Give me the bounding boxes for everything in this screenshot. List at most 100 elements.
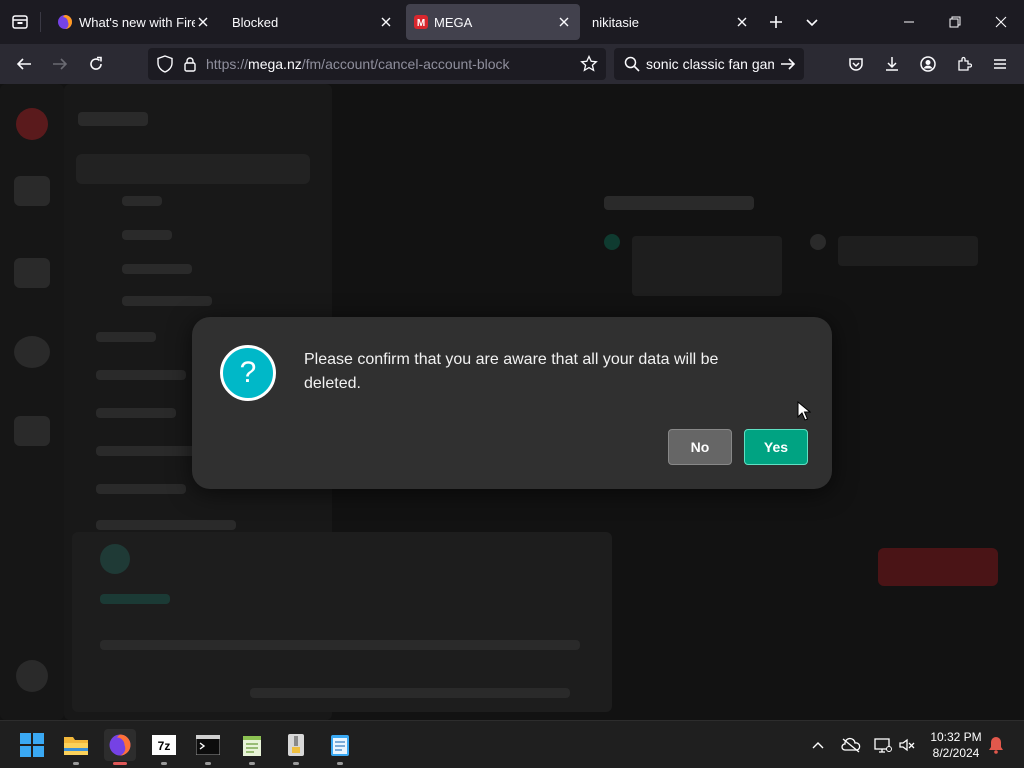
notifications-button[interactable] (986, 733, 1006, 757)
start-icon (20, 733, 44, 757)
close-tab-icon[interactable] (195, 14, 211, 30)
avatar (16, 660, 48, 692)
list-all-tabs-button[interactable] (794, 4, 830, 40)
show-hidden-icons-button[interactable] (808, 733, 828, 757)
running-indicator (161, 762, 167, 765)
go-arrow-icon[interactable] (780, 56, 796, 72)
taskbar-terminal[interactable] (192, 729, 224, 765)
bell-icon (989, 737, 1003, 754)
clock[interactable]: 10:32 PM 8/2/2024 (925, 729, 987, 761)
extensions-button[interactable] (946, 46, 982, 82)
tab-title: Blocked (232, 14, 279, 30)
network-tray[interactable] (872, 733, 894, 757)
plus-icon (770, 16, 782, 28)
radio-option (810, 234, 826, 250)
archive-icon (288, 734, 304, 756)
settings-nav-item (96, 370, 186, 380)
yes-button[interactable]: Yes (744, 429, 808, 465)
restore-icon (949, 16, 961, 28)
cloud-offline-icon (841, 737, 861, 753)
settings-nav-item (122, 296, 212, 306)
account-button[interactable] (910, 46, 946, 82)
onedrive-tray[interactable] (840, 733, 862, 757)
close-tab-icon[interactable] (734, 14, 750, 30)
option-text (632, 236, 782, 296)
close-tab-icon[interactable] (378, 14, 394, 30)
puzzle-icon (958, 56, 972, 71)
settings-nav-item (96, 408, 176, 418)
new-tab-button[interactable] (758, 4, 794, 40)
tracking-protection-icon[interactable] (156, 55, 174, 73)
photos-icon (14, 258, 50, 288)
7zip-icon: 7z (152, 735, 176, 755)
search-icon (624, 56, 640, 72)
url-bar[interactable]: https://mega.nz/fm/account/cancel-accoun… (148, 48, 606, 80)
tab-title: MEGA (434, 14, 473, 30)
firefox-icon (58, 15, 72, 29)
close-window-button[interactable] (978, 0, 1024, 44)
search-bar[interactable]: sonic classic fan game (614, 48, 804, 80)
running-indicator (73, 762, 79, 765)
firefox-view-button[interactable] (0, 0, 40, 44)
settings-nav-item (96, 484, 186, 494)
url-text[interactable]: https://mega.nz/fm/account/cancel-accoun… (206, 56, 510, 72)
terminal-icon (196, 735, 220, 755)
running-indicator (113, 762, 127, 765)
start-button[interactable] (16, 729, 48, 761)
taskbar-file-explorer[interactable] (60, 729, 92, 765)
tab-blocked[interactable]: Blocked (224, 4, 402, 40)
confirm-dialog: ? Please confirm that you are aware that… (192, 317, 832, 489)
transfers-panel (72, 532, 612, 712)
svg-text:M: M (417, 18, 425, 29)
no-button[interactable]: No (668, 429, 732, 465)
tab-mega[interactable]: M MEGA (406, 4, 580, 40)
option-text (838, 236, 978, 266)
account-icon (920, 56, 936, 72)
downloads-button[interactable] (874, 46, 910, 82)
chevron-up-icon (812, 742, 824, 749)
firefox-view-icon (12, 15, 28, 29)
taskbar-archive[interactable] (280, 729, 312, 765)
bookmark-star-icon[interactable] (580, 55, 598, 73)
svg-text:7z: 7z (158, 739, 171, 753)
network-icon (874, 738, 892, 753)
settings-nav-item (122, 264, 192, 274)
dialog-message: Please confirm that you are aware that a… (304, 351, 719, 392)
section-title (604, 196, 754, 210)
lock-icon[interactable] (182, 56, 198, 72)
firefox-icon (109, 734, 131, 756)
search-input[interactable]: sonic classic fan game (646, 56, 774, 72)
taskbar-firefox[interactable] (104, 729, 136, 765)
minimize-button[interactable] (886, 0, 932, 44)
chat-icon (14, 336, 50, 368)
taskbar-notepad[interactable] (324, 729, 356, 765)
cancel-account-button (878, 548, 998, 586)
question-icon: ? (220, 345, 276, 401)
mouse-cursor-icon (797, 401, 811, 421)
transfer-tab (100, 594, 170, 604)
reload-icon (90, 56, 102, 70)
volume-tray[interactable] (896, 733, 918, 757)
back-button[interactable] (6, 46, 42, 82)
notepad-icon (331, 735, 349, 756)
notepad-plus-plus-icon (243, 736, 261, 756)
restore-button[interactable] (932, 0, 978, 44)
settings-nav-account (76, 154, 310, 184)
close-tab-icon[interactable] (556, 14, 572, 30)
pocket-button[interactable] (838, 46, 874, 82)
radio-option (604, 234, 620, 250)
menu-button[interactable] (982, 46, 1018, 82)
url-scheme: https:// (206, 56, 249, 72)
forward-arrow-icon (53, 58, 68, 70)
tab-whats-new[interactable]: What's new with Firefox (49, 4, 219, 40)
file-explorer-icon (64, 737, 88, 755)
running-indicator (205, 762, 211, 765)
taskbar-7zip[interactable]: 7z (148, 729, 180, 765)
reload-button[interactable] (78, 46, 114, 82)
tab-separator (40, 12, 41, 32)
taskbar-notepad-plus-plus[interactable] (236, 729, 268, 765)
forward-button[interactable] (42, 46, 78, 82)
speaker-muted-icon (899, 738, 915, 752)
tab-nikitasie[interactable]: nikitasie (584, 4, 758, 40)
taskbar: 7z 10:32 PM 8/2/2024 (0, 720, 1024, 768)
